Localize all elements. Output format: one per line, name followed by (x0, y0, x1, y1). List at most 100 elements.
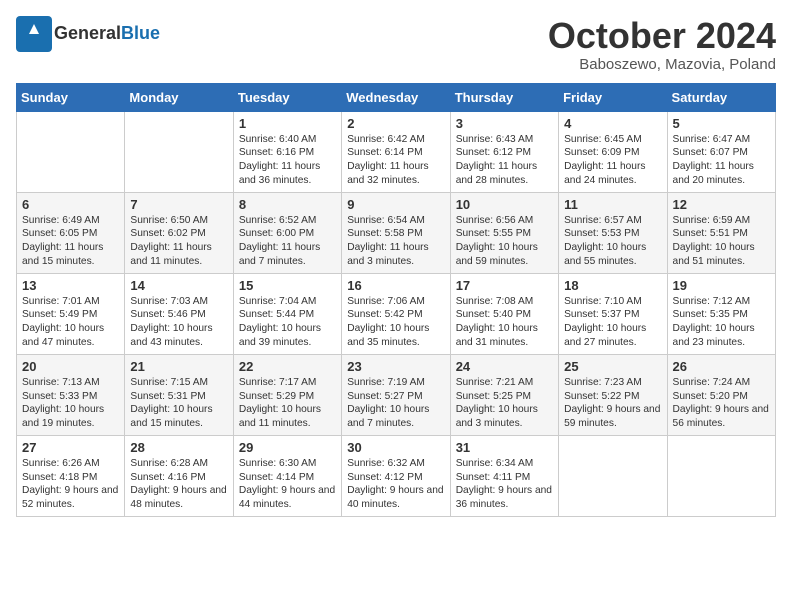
month-title: October 2024 (548, 16, 776, 56)
cell-sunset: Sunset: 6:00 PM (239, 228, 314, 239)
cell-daylight: Daylight: 10 hours and 7 minutes. (347, 404, 429, 429)
calendar-cell: 16Sunrise: 7:06 AMSunset: 5:42 PMDayligh… (342, 273, 450, 354)
cell-sunrise: Sunrise: 6:40 AM (239, 134, 317, 145)
day-number: 10 (456, 197, 553, 212)
calendar-header-row: SundayMondayTuesdayWednesdayThursdayFrid… (17, 83, 776, 111)
cell-sunrise: Sunrise: 6:52 AM (239, 215, 317, 226)
cell-sunrise: Sunrise: 7:12 AM (673, 296, 751, 307)
calendar-cell: 9Sunrise: 6:54 AMSunset: 5:58 PMDaylight… (342, 192, 450, 273)
cell-daylight: Daylight: 9 hours and 56 minutes. (673, 404, 769, 429)
logo-icon (16, 16, 52, 52)
cell-daylight: Daylight: 11 hours and 7 minutes. (239, 242, 320, 267)
day-number: 25 (564, 359, 661, 374)
cell-sunrise: Sunrise: 6:54 AM (347, 215, 425, 226)
calendar-cell: 26Sunrise: 7:24 AMSunset: 5:20 PMDayligh… (667, 354, 775, 435)
cell-daylight: Daylight: 9 hours and 48 minutes. (130, 485, 226, 510)
day-number: 7 (130, 197, 227, 212)
cell-daylight: Daylight: 11 hours and 20 minutes. (673, 161, 754, 186)
cell-daylight: Daylight: 10 hours and 31 minutes. (456, 323, 538, 348)
cell-daylight: Daylight: 10 hours and 55 minutes. (564, 242, 646, 267)
cell-daylight: Daylight: 10 hours and 39 minutes. (239, 323, 321, 348)
calendar-cell: 14Sunrise: 7:03 AMSunset: 5:46 PMDayligh… (125, 273, 233, 354)
calendar-cell: 25 Sunrise: 7:23 AM Sunset: 5:22 PM Dayligh… (559, 354, 667, 435)
day-header-saturday: Saturday (667, 83, 775, 111)
cell-sunrise: Sunrise: 6:28 AM (130, 458, 208, 469)
cell-daylight: Daylight: 11 hours and 3 minutes. (347, 242, 428, 267)
calendar-cell (17, 111, 125, 192)
day-header-monday: Monday (125, 83, 233, 111)
location-subtitle: Baboszewo, Mazovia, Poland (548, 56, 776, 73)
calendar-cell: 6Sunrise: 6:49 AMSunset: 6:05 PMDaylight… (17, 192, 125, 273)
day-number: 28 (130, 440, 227, 455)
cell-sunset: Sunset: 6:02 PM (130, 228, 205, 239)
cell-daylight: Daylight: 9 hours and 36 minutes. (456, 485, 552, 510)
cell-sunrise: Sunrise: 6:59 AM (673, 215, 751, 226)
day-number: 29 (239, 440, 336, 455)
calendar-cell: 12Sunrise: 6:59 AMSunset: 5:51 PMDayligh… (667, 192, 775, 273)
day-number: 1 (239, 116, 336, 131)
day-number: 5 (673, 116, 770, 131)
day-header-thursday: Thursday (450, 83, 558, 111)
day-number: 17 (456, 278, 553, 293)
cell-sunset: Sunset: 6:05 PM (22, 228, 97, 239)
calendar-cell: 2Sunrise: 6:42 AMSunset: 6:14 PMDaylight… (342, 111, 450, 192)
day-number: 9 (347, 197, 444, 212)
cell-sunrise: Sunrise: 7:13 AM (22, 377, 100, 388)
calendar-cell (667, 435, 775, 516)
cell-sunrise: Sunrise: 7:17 AM (239, 377, 317, 388)
cell-daylight: Daylight: 10 hours and 35 minutes. (347, 323, 429, 348)
cell-sunset: Sunset: 5:29 PM (239, 391, 314, 402)
cell-sunrise: Sunrise: 7:10 AM (564, 296, 642, 307)
cell-sunset: Sunset: 6:07 PM (673, 147, 748, 158)
cell-sunrise: Sunrise: 6:43 AM (456, 134, 534, 145)
cell-sunrise: Sunrise: 6:49 AM (22, 215, 100, 226)
day-number: 19 (673, 278, 770, 293)
cell-sunrise: Sunrise: 7:04 AM (239, 296, 317, 307)
calendar-cell: 27Sunrise: 6:26 AMSunset: 4:18 PMDayligh… (17, 435, 125, 516)
cell-sunrise: Sunrise: 7:24 AM (673, 377, 751, 388)
day-header-wednesday: Wednesday (342, 83, 450, 111)
logo-general: General (54, 23, 121, 43)
calendar-cell: 8Sunrise: 6:52 AMSunset: 6:00 PMDaylight… (233, 192, 341, 273)
day-number: 26 (673, 359, 770, 374)
cell-sunrise: Sunrise: 7:06 AM (347, 296, 425, 307)
page-header: GeneralBlue October 2024 Baboszewo, Mazo… (16, 16, 776, 73)
day-number: 3 (456, 116, 553, 131)
cell-daylight: Daylight: 9 hours and 40 minutes. (347, 485, 443, 510)
calendar-cell: 28Sunrise: 6:28 AMSunset: 4:16 PMDayligh… (125, 435, 233, 516)
day-header-sunday: Sunday (17, 83, 125, 111)
calendar-week-row: 20Sunrise: 7:13 AMSunset: 5:33 PMDayligh… (17, 354, 776, 435)
calendar-week-row: 6Sunrise: 6:49 AMSunset: 6:05 PMDaylight… (17, 192, 776, 273)
cell-sunset: Sunset: 5:22 PM (564, 391, 639, 402)
logo: GeneralBlue (16, 16, 160, 52)
calendar-cell: 13Sunrise: 7:01 AMSunset: 5:49 PMDayligh… (17, 273, 125, 354)
calendar-cell: 1Sunrise: 6:40 AMSunset: 6:16 PMDaylight… (233, 111, 341, 192)
calendar-cell: 21Sunrise: 7:15 AMSunset: 5:31 PMDayligh… (125, 354, 233, 435)
cell-sunrise: Sunrise: 7:23 AM (564, 377, 642, 388)
cell-sunset: Sunset: 5:31 PM (130, 391, 205, 402)
calendar-cell: 5 Sunrise: 6:47 AM Sunset: 6:07 PM Daylight… (667, 111, 775, 192)
cell-sunset: Sunset: 5:53 PM (564, 228, 639, 239)
cell-sunrise: Sunrise: 6:47 AM (673, 134, 751, 145)
calendar-cell: 24Sunrise: 7:21 AMSunset: 5:25 PMDayligh… (450, 354, 558, 435)
cell-sunset: Sunset: 5:37 PM (564, 309, 639, 320)
calendar-cell: 11Sunrise: 6:57 AMSunset: 5:53 PMDayligh… (559, 192, 667, 273)
day-number: 23 (347, 359, 444, 374)
cell-sunset: Sunset: 4:18 PM (22, 472, 97, 483)
cell-daylight: Daylight: 10 hours and 3 minutes. (456, 404, 538, 429)
calendar-cell: 15Sunrise: 7:04 AMSunset: 5:44 PMDayligh… (233, 273, 341, 354)
day-number: 21 (130, 359, 227, 374)
cell-daylight: Daylight: 9 hours and 59 minutes. (564, 404, 660, 429)
day-number: 18 (564, 278, 661, 293)
cell-sunrise: Sunrise: 6:57 AM (564, 215, 642, 226)
cell-daylight: Daylight: 10 hours and 51 minutes. (673, 242, 755, 267)
cell-daylight: Daylight: 9 hours and 52 minutes. (22, 485, 118, 510)
cell-daylight: Daylight: 11 hours and 28 minutes. (456, 161, 537, 186)
cell-sunrise: Sunrise: 7:01 AM (22, 296, 100, 307)
cell-sunrise: Sunrise: 7:08 AM (456, 296, 534, 307)
cell-daylight: Daylight: 10 hours and 11 minutes. (239, 404, 321, 429)
calendar-cell (125, 111, 233, 192)
cell-sunrise: Sunrise: 6:56 AM (456, 215, 534, 226)
cell-sunset: Sunset: 5:35 PM (673, 309, 748, 320)
cell-daylight: Daylight: 10 hours and 19 minutes. (22, 404, 104, 429)
